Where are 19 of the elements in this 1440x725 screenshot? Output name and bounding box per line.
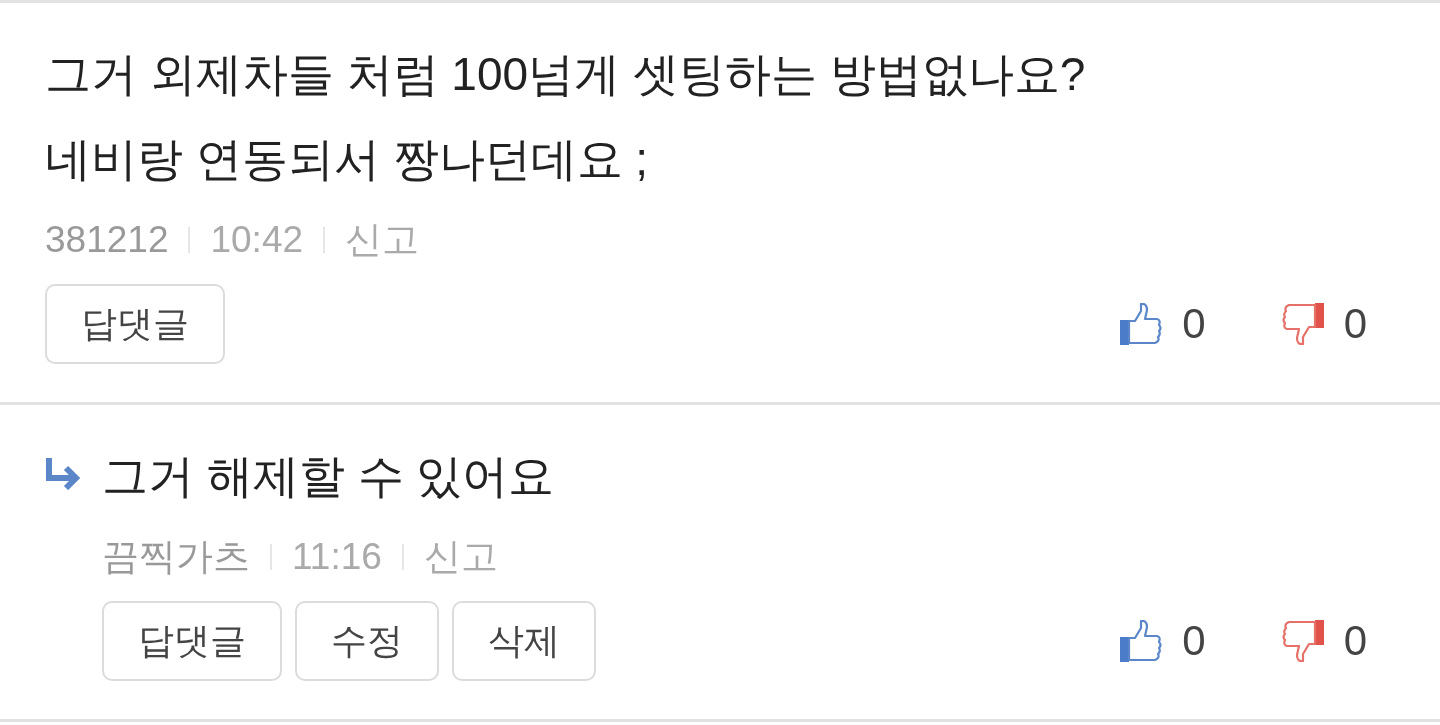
comment-time: 11:16 — [292, 536, 382, 578]
thumbs-up-icon — [1120, 620, 1163, 662]
dislike-button[interactable]: 0 — [1281, 300, 1367, 348]
thumbs-down-icon — [1281, 303, 1324, 345]
like-button[interactable]: 0 — [1120, 300, 1206, 348]
dislike-button[interactable]: 0 — [1281, 617, 1367, 665]
comment-text: 그거 해제할 수 있어요 — [102, 449, 556, 504]
comment-text: 그거 외제차들 처럼 100넘게 셋팅하는 방법없나요? 네비랑 연동되서 짱나던데요 ; — [45, 47, 1087, 187]
action-button[interactable]: 수정 — [295, 601, 439, 681]
comment-time: 10:42 — [210, 219, 304, 261]
action-button[interactable]: 답댓글 — [102, 601, 282, 681]
author-name: 끔찍가츠 — [102, 535, 250, 579]
author-name: 381212 — [45, 219, 169, 261]
reply-arrow-icon — [45, 458, 81, 490]
action-button[interactable]: 삭제 — [452, 601, 596, 681]
thumbs-up-icon — [1120, 303, 1163, 345]
like-button[interactable]: 0 — [1120, 617, 1206, 665]
action-button[interactable]: 답댓글 — [45, 284, 225, 364]
thumbs-down-icon — [1281, 620, 1324, 662]
